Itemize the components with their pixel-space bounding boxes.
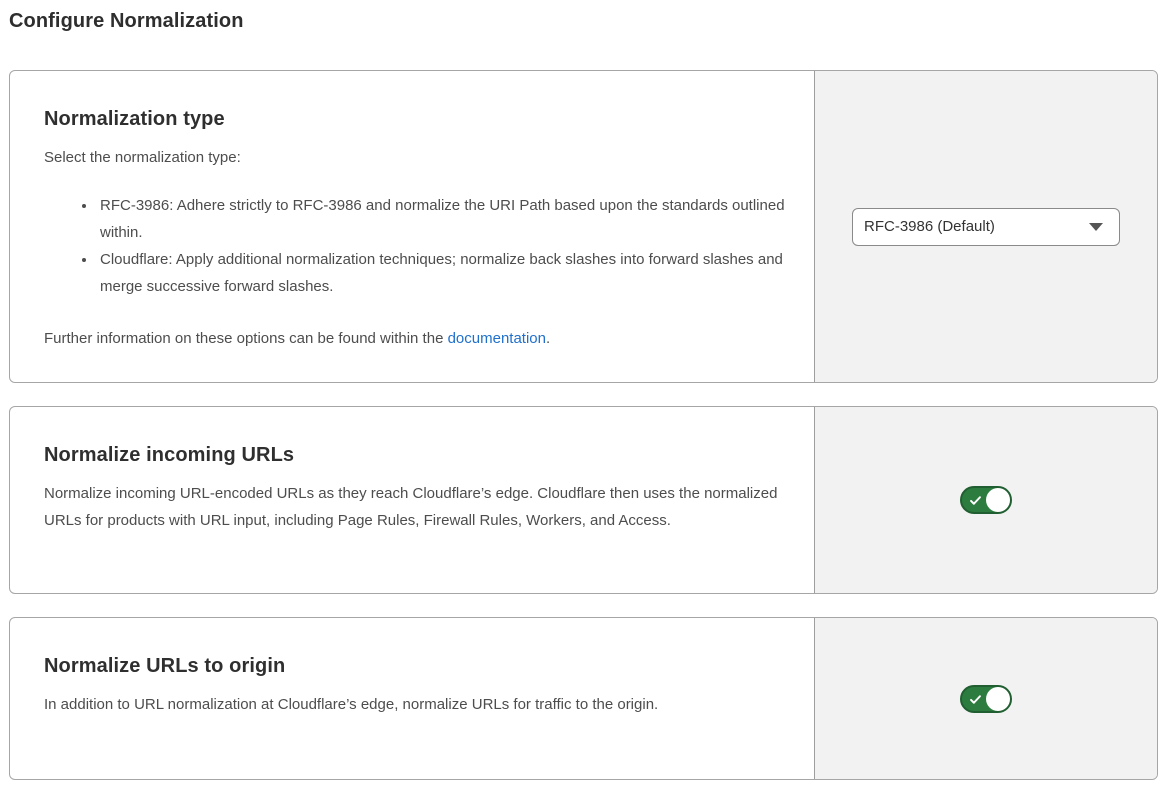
toggle-knob: [986, 488, 1010, 512]
card-side-panel: [814, 407, 1157, 593]
footer-text: Further information on these options can…: [44, 330, 448, 347]
card-side-panel: RFC-3986 (Default): [814, 71, 1157, 382]
settings-cards: Normalization type Select the normalizat…: [9, 70, 1158, 780]
normalize-urls-to-origin-toggle[interactable]: [960, 685, 1012, 713]
documentation-link[interactable]: documentation: [448, 330, 546, 347]
card-normalize-incoming-urls-content: Normalize incoming URLs Normalize incomi…: [10, 407, 814, 593]
card-side-panel: [814, 618, 1157, 779]
card-heading: Normalization type: [44, 108, 786, 131]
toggle-knob: [986, 687, 1010, 711]
check-icon: [969, 494, 982, 507]
normalize-incoming-urls-toggle[interactable]: [960, 486, 1012, 514]
list-item: RFC-3986: Adhere strictly to RFC-3986 an…: [97, 192, 786, 246]
check-icon: [969, 693, 982, 706]
dropdown-selected-value: RFC-3986 (Default): [864, 218, 995, 235]
card-footer-note: Further information on these options can…: [44, 325, 786, 352]
card-normalize-incoming-urls: Normalize incoming URLs Normalize incomi…: [9, 406, 1158, 594]
page-title: Configure Normalization: [9, 10, 1158, 33]
card-heading: Normalize incoming URLs: [44, 444, 786, 467]
card-normalization-type: Normalization type Select the normalizat…: [9, 70, 1158, 383]
normalization-type-dropdown[interactable]: RFC-3986 (Default): [852, 208, 1120, 246]
caret-down-icon: [1089, 223, 1103, 231]
card-description: In addition to URL normalization at Clou…: [44, 691, 786, 718]
card-normalize-urls-to-origin: Normalize URLs to origin In addition to …: [9, 617, 1158, 780]
card-normalization-type-content: Normalization type Select the normalizat…: [10, 71, 814, 382]
list-item: Cloudflare: Apply additional normalizati…: [97, 246, 786, 300]
card-intro: Select the normalization type:: [44, 144, 786, 171]
normalization-options-list: RFC-3986: Adhere strictly to RFC-3986 an…: [44, 192, 786, 300]
footer-text: .: [546, 330, 550, 347]
card-heading: Normalize URLs to origin: [44, 655, 786, 678]
card-normalize-urls-to-origin-content: Normalize URLs to origin In addition to …: [10, 618, 814, 779]
card-description: Normalize incoming URL-encoded URLs as t…: [44, 480, 786, 534]
